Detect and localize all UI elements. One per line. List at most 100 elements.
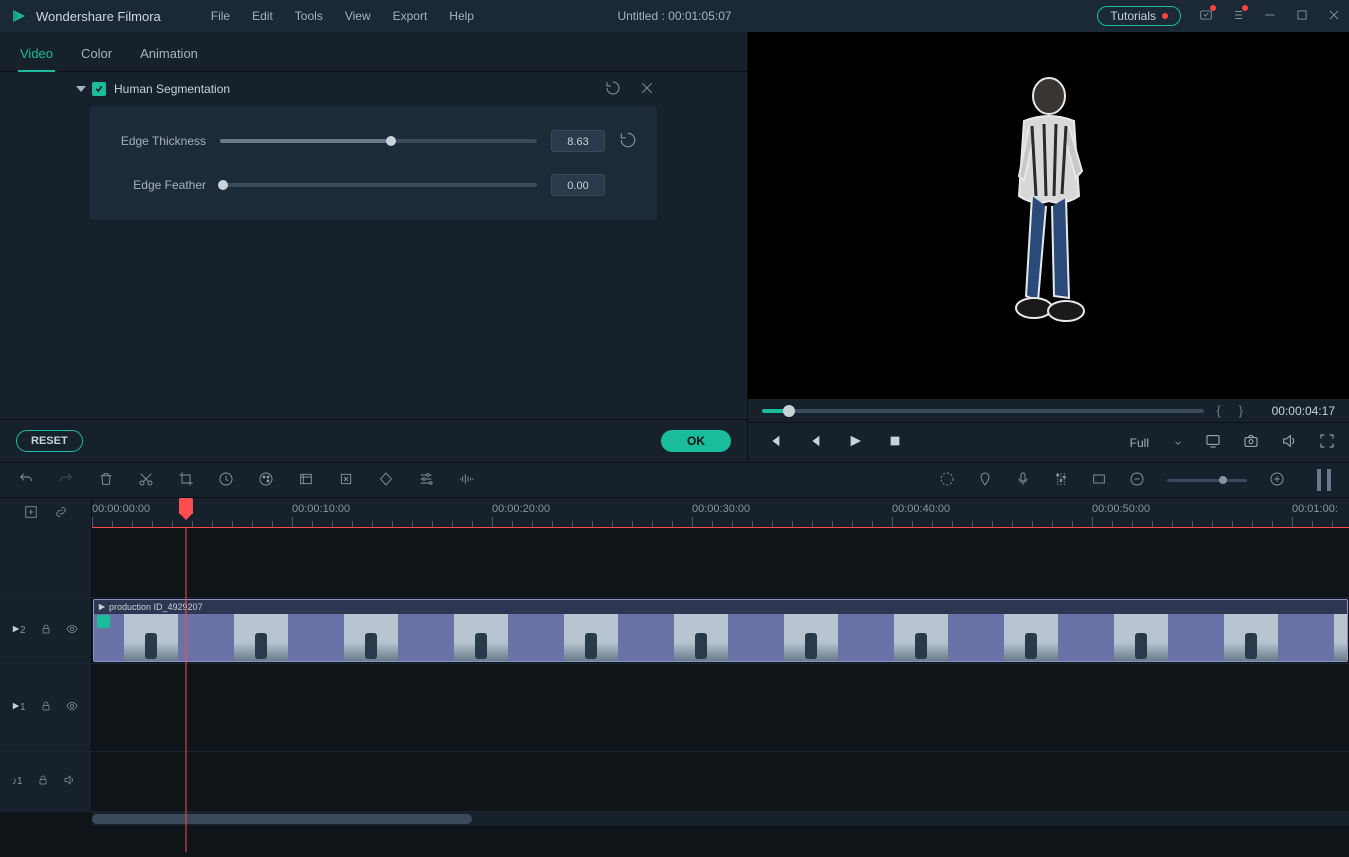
timeline-scrollbar[interactable]	[92, 812, 1349, 826]
add-track-icon[interactable]	[24, 504, 38, 523]
clip-name: production ID_4929207	[109, 602, 203, 612]
track-label: 2	[12, 625, 26, 636]
zoom-out-icon[interactable]	[1129, 471, 1145, 490]
edge-feather-label: Edge Feather	[110, 178, 206, 192]
fullscreen-icon[interactable]	[1319, 433, 1335, 452]
zoom-in-icon[interactable]	[1269, 471, 1285, 490]
playhead-icon[interactable]	[179, 498, 193, 514]
menu-export[interactable]: Export	[383, 5, 438, 27]
track-label: ♪1	[12, 776, 23, 787]
redo-icon[interactable]	[58, 471, 74, 490]
green-screen-icon[interactable]	[298, 471, 314, 490]
edge-thickness-value[interactable]: 8.63	[551, 130, 605, 152]
menu-view[interactable]: View	[335, 5, 381, 27]
lock-icon[interactable]	[40, 700, 52, 715]
ruler-label: 00:00:50:00	[1092, 503, 1150, 515]
menu-bar: File Edit Tools View Export Help	[201, 5, 484, 27]
preview-scrubber[interactable]	[762, 409, 1204, 413]
quality-label: Full	[1130, 436, 1149, 450]
track-label: 1	[12, 702, 26, 713]
speed-icon[interactable]	[218, 471, 234, 490]
play-button[interactable]	[848, 434, 862, 451]
ruler-label: 00:00:10:00	[292, 503, 350, 515]
notification-dot-icon	[1162, 13, 1168, 19]
lock-icon[interactable]	[40, 623, 52, 638]
lock-icon[interactable]	[37, 774, 49, 789]
ok-button[interactable]: OK	[661, 430, 731, 452]
edge-feather-slider[interactable]	[220, 183, 537, 187]
step-forward-button[interactable]	[808, 434, 822, 451]
aspect-icon[interactable]	[1091, 471, 1107, 490]
tab-animation[interactable]: Animation	[138, 40, 200, 71]
volume-icon[interactable]	[1281, 433, 1297, 452]
crop-icon[interactable]	[178, 471, 194, 490]
menu-help[interactable]: Help	[439, 5, 484, 27]
edge-thickness-label: Edge Thickness	[110, 134, 206, 148]
edge-thickness-slider[interactable]	[220, 139, 537, 143]
preview-time: 00:00:04:17	[1255, 404, 1335, 418]
collapse-caret-icon	[76, 86, 86, 92]
playhead-line	[186, 528, 187, 852]
keyframe-icon[interactable]	[378, 471, 394, 490]
detach-icon[interactable]	[338, 471, 354, 490]
tab-video[interactable]: Video	[18, 40, 55, 71]
menu-file[interactable]: File	[201, 5, 240, 27]
tutorials-button[interactable]: Tutorials	[1097, 6, 1181, 26]
adjust-icon[interactable]	[418, 471, 434, 490]
menu-edit[interactable]: Edit	[242, 5, 283, 27]
ruler-label: 00:00:20:00	[492, 503, 550, 515]
tutorials-label: Tutorials	[1110, 9, 1156, 23]
stop-button[interactable]	[888, 434, 902, 451]
ruler-label: 00:00:40:00	[892, 503, 950, 515]
effect-reset-icon[interactable]	[605, 80, 621, 99]
ruler-label: 00:00:30:00	[692, 503, 750, 515]
effect-close-icon[interactable]	[639, 80, 655, 99]
app-logo-icon	[10, 7, 28, 25]
track-head-a1: ♪1	[0, 752, 92, 811]
zoom-fit-icon[interactable]	[1317, 469, 1331, 491]
track-head-v1: 1	[0, 664, 92, 751]
snapshot-icon[interactable]	[1243, 433, 1259, 452]
menu-tools[interactable]: Tools	[285, 5, 333, 27]
zoom-slider[interactable]	[1167, 479, 1247, 482]
maximize-button[interactable]	[1295, 8, 1309, 25]
track-head-v2: 2	[0, 598, 92, 663]
effect-body: Edge Thickness 8.63 Edge Feather 0.00	[90, 106, 657, 220]
minimize-button[interactable]	[1263, 8, 1277, 25]
ruler-label: 00:00:00:00	[92, 503, 150, 515]
display-icon[interactable]	[1205, 433, 1221, 452]
delete-icon[interactable]	[98, 471, 114, 490]
edge-feather-value[interactable]: 0.00	[551, 174, 605, 196]
undo-icon[interactable]	[18, 471, 34, 490]
effect-name: Human Segmentation	[114, 82, 230, 96]
tab-color[interactable]: Color	[79, 40, 114, 71]
list-icon[interactable]	[1231, 8, 1245, 25]
mixer-icon[interactable]	[1053, 471, 1069, 490]
link-icon[interactable]	[54, 504, 68, 523]
marker-braces: {}	[1216, 403, 1243, 418]
step-back-button[interactable]	[768, 434, 782, 451]
document-title: Untitled : 00:01:05:07	[617, 9, 731, 23]
clip-effect-badge-icon	[97, 615, 110, 628]
record-icon[interactable]	[1015, 471, 1031, 490]
video-clip[interactable]: production ID_4929207	[93, 599, 1348, 662]
edge-thickness-reset-icon[interactable]	[619, 131, 637, 152]
cut-icon[interactable]	[138, 471, 154, 490]
timeline-ruler[interactable]: 00:00:00:00 00:00:10:00 00:00:20:00 00:00:3…	[92, 498, 1349, 528]
color-icon[interactable]	[258, 471, 274, 490]
eye-icon[interactable]	[66, 623, 78, 638]
app-title: Wondershare Filmora	[36, 9, 161, 24]
eye-icon[interactable]	[66, 700, 78, 715]
reset-button[interactable]: RESET	[16, 430, 83, 452]
effect-enable-checkbox[interactable]	[92, 82, 106, 96]
render-icon[interactable]	[939, 471, 955, 490]
speaker-icon[interactable]	[63, 774, 75, 789]
preview-person-cutout	[994, 66, 1104, 366]
marker-icon[interactable]	[977, 471, 993, 490]
ruler-label: 00:01:00:	[1292, 503, 1338, 515]
effect-header[interactable]: Human Segmentation	[0, 72, 747, 106]
message-icon[interactable]	[1199, 8, 1213, 25]
preview-quality-select[interactable]: Full	[1130, 435, 1183, 451]
audio-wave-icon[interactable]	[458, 471, 474, 490]
close-button[interactable]	[1327, 8, 1341, 25]
